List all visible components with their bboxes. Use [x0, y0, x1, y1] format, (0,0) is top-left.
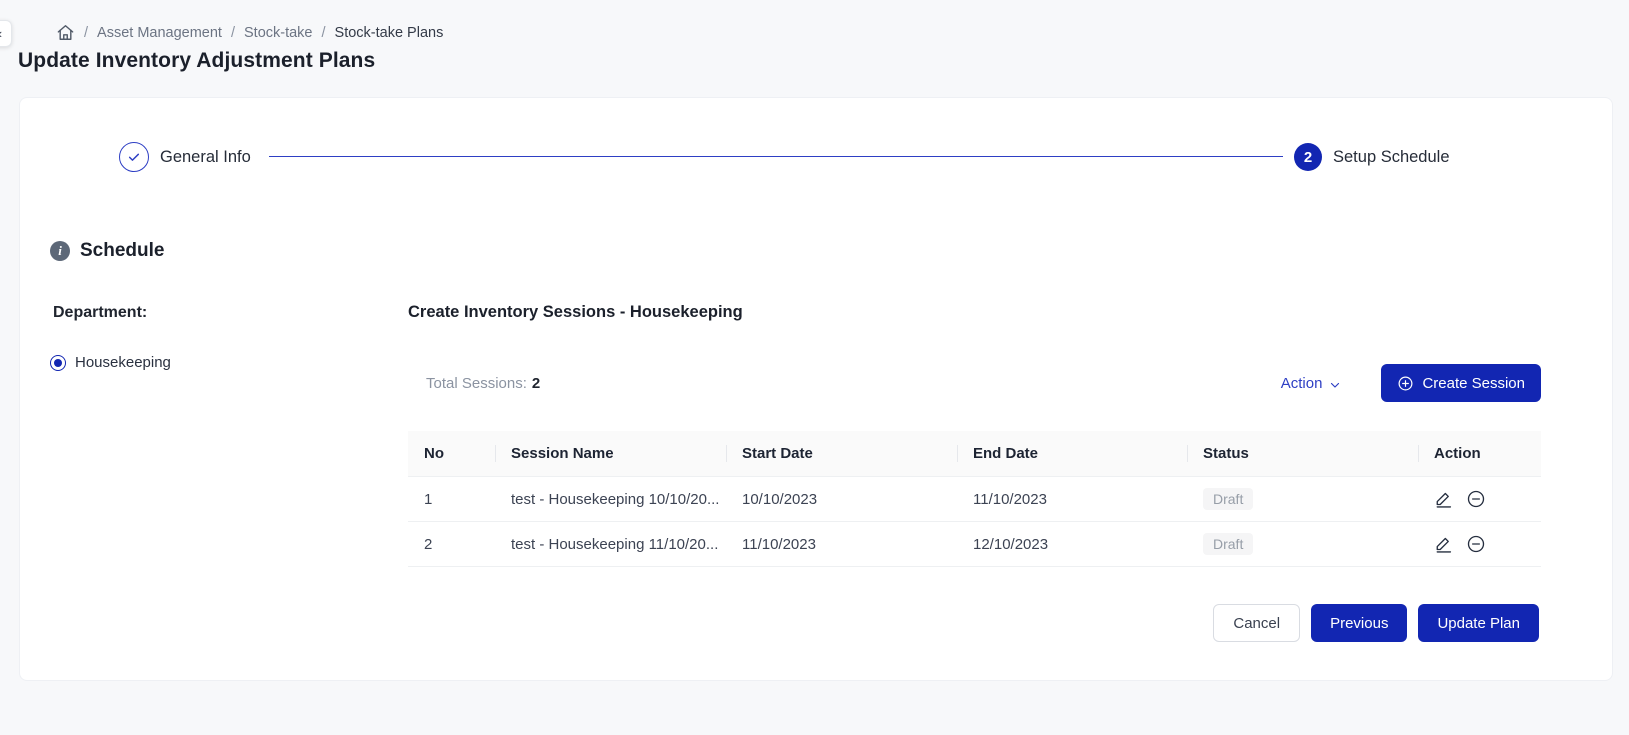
- chevron-down-icon: [1329, 379, 1341, 391]
- breadcrumb: / Asset Management / Stock-take / Stock-…: [56, 23, 443, 42]
- schedule-section-title: Schedule: [80, 240, 164, 262]
- breadcrumb-item-stock-take[interactable]: Stock-take: [244, 25, 313, 41]
- footer-actions: Cancel Previous Update Plan: [1213, 604, 1539, 642]
- table-header-row: No Session Name Start Date End Date Stat…: [408, 431, 1541, 477]
- cell-session-name: test - Housekeeping 11/10/20...: [495, 536, 726, 553]
- cell-actions: [1418, 489, 1541, 509]
- column-header-action: Action: [1418, 445, 1541, 462]
- home-icon[interactable]: [56, 23, 75, 42]
- sessions-panel-title: Create Inventory Sessions - Housekeeping: [408, 303, 743, 322]
- status-badge: Draft: [1203, 533, 1253, 555]
- cell-actions: [1418, 534, 1541, 554]
- breadcrumb-separator: /: [231, 25, 235, 41]
- sidebar-collapse-button[interactable]: «: [0, 20, 12, 47]
- breadcrumb-item-asset-management[interactable]: Asset Management: [97, 25, 222, 41]
- table-row: 2 test - Housekeeping 11/10/20... 11/10/…: [408, 522, 1541, 567]
- column-header-session-name: Session Name: [495, 445, 726, 462]
- action-dropdown-label: Action: [1281, 375, 1323, 392]
- create-session-button[interactable]: Create Session: [1381, 364, 1541, 402]
- column-header-end-date: End Date: [957, 445, 1187, 462]
- sessions-table: No Session Name Start Date End Date Stat…: [408, 431, 1541, 567]
- update-plan-button[interactable]: Update Plan: [1418, 604, 1539, 642]
- radio-selected-icon: [50, 355, 66, 371]
- step-label: Setup Schedule: [1333, 148, 1450, 167]
- collapse-icon: «: [0, 26, 2, 41]
- breadcrumb-item-stock-take-plans[interactable]: Stock-take Plans: [335, 25, 444, 41]
- step-number-badge: 2: [1294, 143, 1322, 171]
- total-sessions-label: Total Sessions:: [426, 375, 527, 392]
- breadcrumb-separator: /: [84, 25, 88, 41]
- edit-icon[interactable]: [1434, 489, 1454, 509]
- department-radio-housekeeping[interactable]: Housekeeping: [50, 354, 171, 371]
- column-header-status: Status: [1187, 445, 1418, 462]
- table-row: 1 test - Housekeeping 10/10/20... 10/10/…: [408, 477, 1541, 522]
- cancel-button[interactable]: Cancel: [1213, 604, 1300, 642]
- total-sessions-text: Total Sessions: 2: [408, 375, 540, 392]
- stepper-connector-line: [269, 156, 1283, 157]
- create-session-label: Create Session: [1422, 375, 1525, 392]
- cell-no: 2: [408, 536, 495, 553]
- page-title: Update Inventory Adjustment Plans: [18, 49, 375, 73]
- content-card: General Info 2 Setup Schedule i Schedule…: [19, 97, 1613, 681]
- cell-status: Draft: [1187, 533, 1418, 555]
- cell-no: 1: [408, 491, 495, 508]
- remove-minus-circle-icon[interactable]: [1466, 534, 1486, 554]
- cell-start-date: 11/10/2023: [726, 536, 957, 553]
- previous-button[interactable]: Previous: [1311, 604, 1407, 642]
- remove-minus-circle-icon[interactable]: [1466, 489, 1486, 509]
- action-dropdown[interactable]: Action: [1281, 375, 1342, 392]
- cell-start-date: 10/10/2023: [726, 491, 957, 508]
- cell-end-date: 12/10/2023: [957, 536, 1187, 553]
- radio-label: Housekeeping: [75, 354, 171, 371]
- total-sessions-value: 2: [532, 375, 540, 392]
- step-label: General Info: [160, 148, 251, 167]
- schedule-section-header: i Schedule: [50, 240, 164, 262]
- department-label: Department:: [53, 304, 147, 322]
- cell-status: Draft: [1187, 488, 1418, 510]
- sessions-toolbar: Total Sessions: 2 Action Create Session: [408, 362, 1541, 404]
- cell-session-name: test - Housekeeping 10/10/20...: [495, 491, 726, 508]
- status-badge: Draft: [1203, 488, 1253, 510]
- stepper-step-setup-schedule[interactable]: 2 Setup Schedule: [1294, 143, 1450, 171]
- breadcrumb-separator: /: [322, 25, 326, 41]
- info-icon: i: [50, 241, 70, 261]
- check-circle-icon: [119, 142, 149, 172]
- cell-end-date: 11/10/2023: [957, 491, 1187, 508]
- stepper-step-general-info[interactable]: General Info: [119, 142, 251, 172]
- edit-icon[interactable]: [1434, 534, 1454, 554]
- column-header-start-date: Start Date: [726, 445, 957, 462]
- column-header-no: No: [408, 445, 495, 462]
- plus-circle-icon: [1397, 375, 1414, 392]
